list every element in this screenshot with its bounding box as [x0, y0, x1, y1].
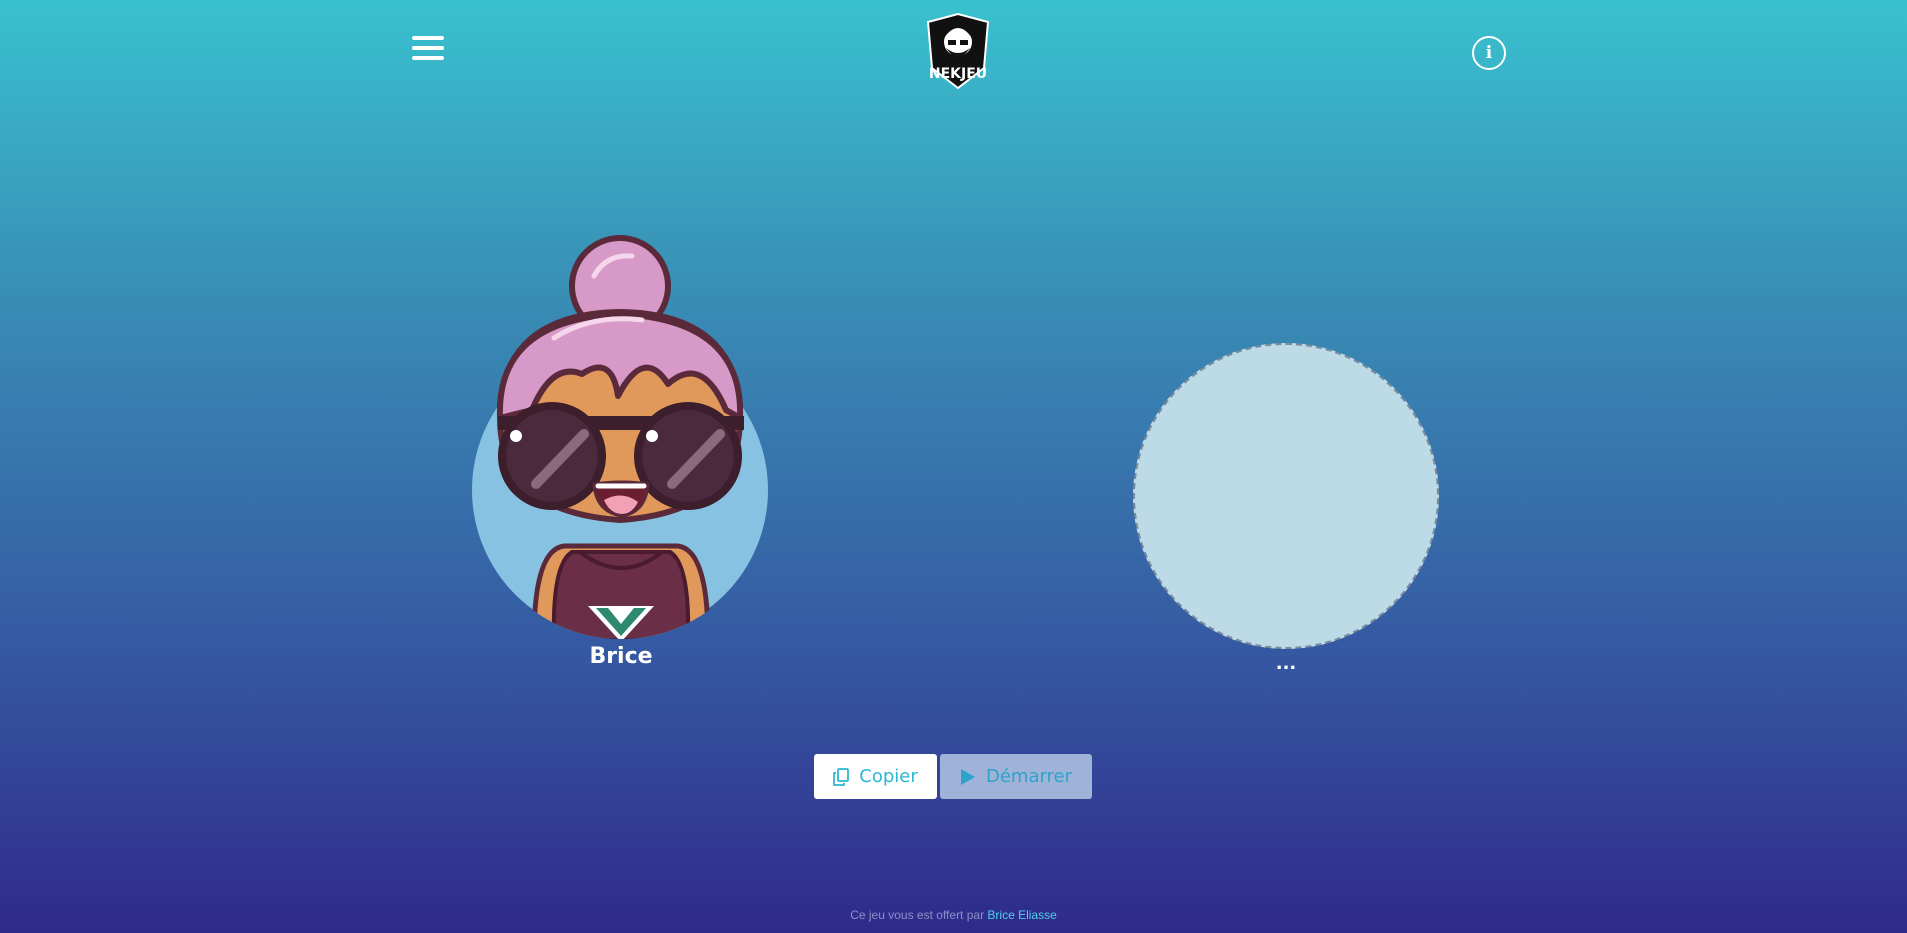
player-card: Brice: [472, 234, 770, 669]
logo-icon: NEKJEU: [926, 12, 990, 90]
waiting-player-name: ...: [1275, 653, 1297, 674]
start-button[interactable]: Démarrer: [940, 754, 1092, 799]
copy-label: Copier: [859, 766, 918, 787]
logo-text: NEKJEU: [929, 66, 987, 82]
author-link[interactable]: Brice Eliasse: [987, 908, 1056, 922]
start-label: Démarrer: [985, 766, 1073, 787]
empty-player-slot[interactable]: [1133, 343, 1439, 649]
avatar[interactable]: [472, 234, 770, 640]
copy-icon: [833, 767, 850, 786]
logo[interactable]: NEKJEU: [922, 12, 994, 92]
menu-bar: [412, 46, 444, 50]
hamburger-menu-icon[interactable]: [412, 36, 444, 64]
info-icon[interactable]: i: [1472, 36, 1506, 70]
action-bar: Copier Démarrer: [814, 754, 1092, 799]
play-icon: [960, 768, 976, 786]
menu-bar: [412, 56, 444, 60]
player-card-empty: ...: [1131, 343, 1441, 679]
footer: Ce jeu vous est offert par Brice Eliasse: [0, 908, 1907, 922]
info-glyph: i: [1485, 43, 1493, 63]
copy-button[interactable]: Copier: [814, 754, 937, 799]
player-name: Brice: [589, 644, 653, 669]
footer-text: Ce jeu vous est offert par: [850, 908, 988, 922]
menu-bar: [412, 36, 444, 40]
pink-bun-sunglasses-avatar: [496, 235, 744, 639]
